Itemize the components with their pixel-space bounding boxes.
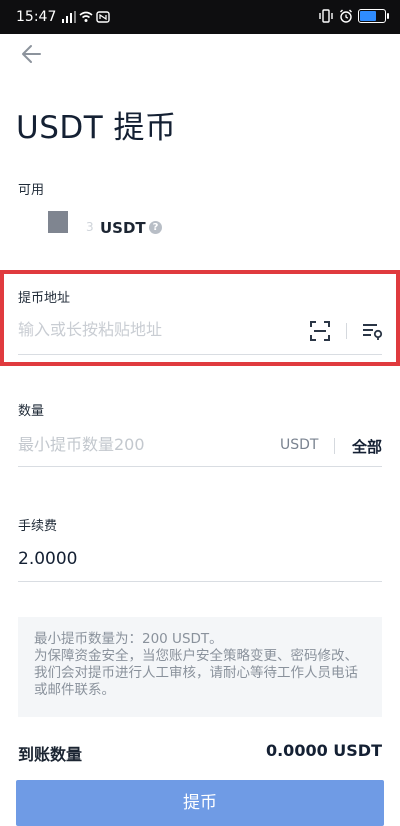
battery-level — [360, 11, 376, 21]
coin-avatar — [48, 211, 68, 233]
address-divider — [346, 323, 347, 339]
address-book-icon — [363, 324, 383, 340]
help-icon[interactable]: ? — [149, 221, 162, 234]
address-highlight-box — [0, 270, 400, 366]
receive-value: 0.0000 USDT — [265, 741, 382, 760]
alarm-icon — [340, 9, 352, 23]
available-unit: USDT — [100, 219, 146, 237]
status-left-icons — [62, 11, 110, 23]
scan-icon — [310, 321, 330, 341]
back-button[interactable] — [18, 40, 46, 68]
amount-label: 数量 — [18, 404, 45, 419]
all-button[interactable]: 全部 — [352, 436, 382, 457]
address-input[interactable] — [18, 320, 308, 339]
address-label: 提币地址 — [18, 291, 71, 306]
status-right-icons — [318, 9, 389, 23]
status-time: 15:47 — [16, 9, 57, 25]
address-underline — [18, 354, 382, 355]
notice-text: 最小提币数量为：200 USDT。 为保障资金安全，当您账户安全策略变更、密码修… — [18, 617, 382, 699]
available-label: 可用 — [18, 183, 45, 198]
status-bar: 15:47 — [0, 0, 400, 34]
fee-underline — [18, 581, 382, 582]
fee-label: 手续费 — [18, 519, 58, 534]
notice-line: 最小提币数量为：200 USDT。 — [34, 631, 223, 647]
available-amount: 3 — [86, 220, 94, 234]
scan-qr-button[interactable] — [309, 320, 331, 342]
fee-value: 2.0000 — [18, 549, 78, 569]
receive-label: 到账数量 — [18, 745, 83, 764]
page-title: USDT 提币 — [16, 110, 177, 146]
signal-icon — [62, 11, 76, 23]
amount-input[interactable] — [18, 435, 268, 454]
vibrate-icon — [319, 9, 333, 23]
amount-divider — [334, 438, 335, 454]
wifi-icon — [79, 11, 93, 22]
amount-underline — [18, 466, 382, 467]
amount-unit: USDT — [280, 437, 319, 453]
battery-icon — [358, 9, 389, 23]
notice-line: 为保障资金安全，当您账户安全策略变更、密码修改、我们会对提币进行人工审核，请耐心… — [34, 648, 358, 698]
nfc-icon — [96, 11, 110, 23]
arrow-left-icon — [22, 45, 41, 63]
address-book-button[interactable] — [361, 320, 383, 342]
notice-box: 最小提币数量为：200 USDT。 为保障资金安全，当您账户安全策略变更、密码修… — [18, 617, 382, 717]
submit-button[interactable]: 提币 — [16, 780, 384, 826]
